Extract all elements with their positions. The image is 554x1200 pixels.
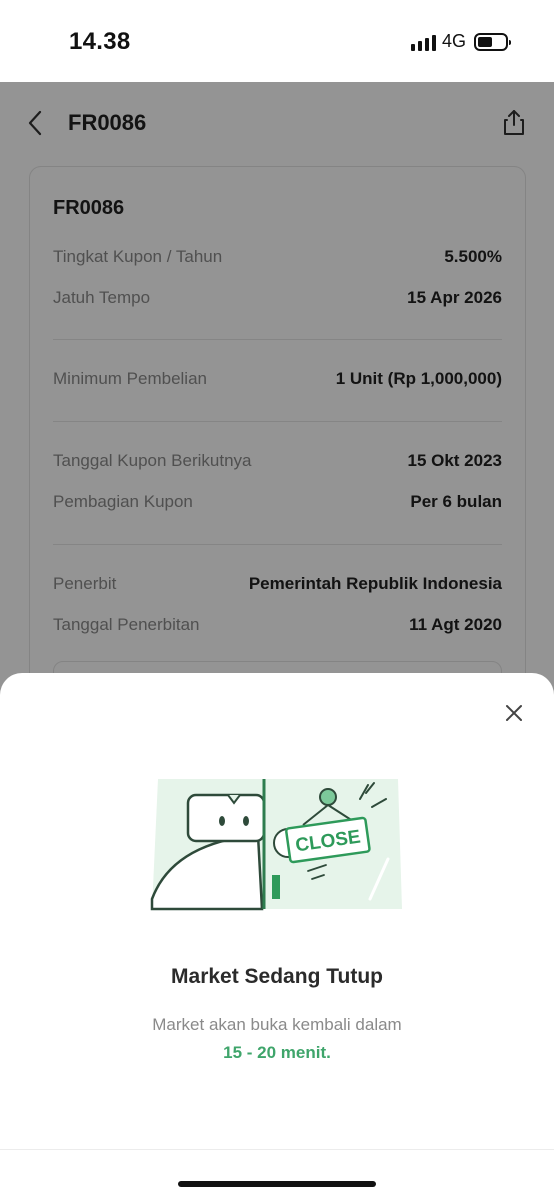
divider [0,1149,554,1150]
status-indicators: 4G [410,31,511,52]
sheet-description: Market akan buka kembali dalam [152,1015,402,1034]
market-closed-sheet: CLOSE Market Sedang Tutup Market akan bu… [0,673,554,1200]
network-label: 4G [441,31,466,51]
battery-icon [474,32,511,51]
sheet-title: Market Sedang Tutup [171,965,383,988]
close-icon[interactable] [504,703,524,723]
market-closed-illustration: CLOSE [150,779,402,911]
reopen-time: 15 - 20 menit. [223,1043,331,1062]
home-indicator[interactable] [178,1181,376,1187]
signal-icon [410,33,436,51]
status-bar: 14.38 4G [0,0,554,82]
status-time: 14.38 [69,28,131,55]
